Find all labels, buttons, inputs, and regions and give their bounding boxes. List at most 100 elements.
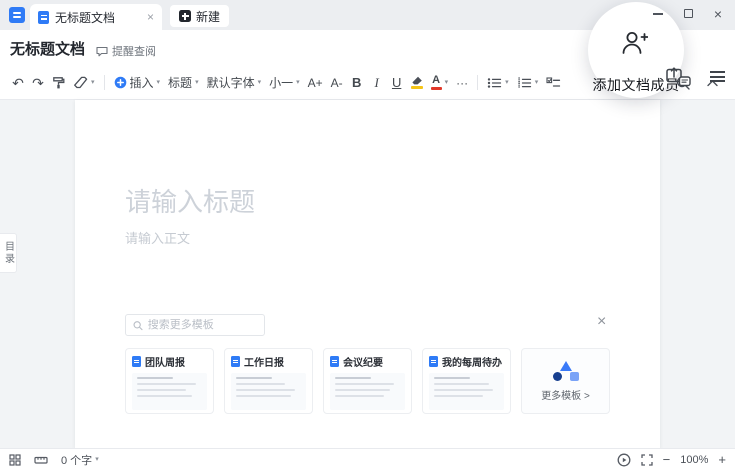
template-card-weekly-todo[interactable]: 我的每周待办	[422, 348, 511, 414]
more-templates-label: 更多模板 >	[541, 391, 590, 402]
zoom-in-button[interactable]: +	[718, 453, 726, 466]
fullscreen-button[interactable]	[641, 453, 653, 466]
italic-button[interactable]: I	[367, 71, 387, 95]
window-controls: ×	[647, 4, 729, 23]
speech-bubble-icon	[96, 46, 108, 56]
ruler-toggle-button[interactable]	[34, 454, 48, 466]
maximize-button[interactable]	[677, 4, 699, 23]
toolbar-separator	[103, 75, 105, 90]
template-panel-close-icon[interactable]: ×	[597, 314, 606, 330]
new-document-button[interactable]: 新建	[170, 5, 230, 27]
minimize-icon	[653, 12, 663, 15]
document-icon	[429, 356, 438, 367]
document-canvas[interactable]: 请输入标题 请输入正文 × 团队周报 工作日报	[75, 100, 660, 448]
font-family-select[interactable]: 默认字体 ▾	[203, 71, 266, 95]
highlight-button[interactable]	[407, 71, 427, 95]
font-size-select[interactable]: 小一 ▾	[265, 71, 304, 95]
plus-circle-icon	[114, 76, 126, 89]
numbered-list-button[interactable]: ▾	[513, 71, 543, 95]
statusbar-right-group: − 100% +	[617, 453, 726, 467]
app-window: 无标题文档 × 新建 × 无标题文档 提醒查阅 添加文档成员 ↶ ↷ ▾ 插入 …	[0, 0, 735, 470]
close-button[interactable]: ×	[707, 4, 729, 23]
hamburger-menu-icon[interactable]	[710, 71, 725, 82]
search-icon	[133, 320, 143, 330]
insert-label: 插入	[129, 76, 154, 90]
present-mode-button[interactable]	[617, 453, 631, 467]
template-preview	[330, 373, 405, 410]
document-icon	[132, 356, 141, 367]
numbered-list-icon	[518, 76, 531, 88]
remind-review-button[interactable]: 提醒查阅	[96, 43, 156, 59]
caret-down-icon: ▾	[195, 79, 199, 86]
font-color-button[interactable]: A ▾	[427, 71, 453, 95]
tab-close-icon[interactable]: ×	[147, 11, 154, 23]
font-increase-button[interactable]: A+	[304, 71, 327, 95]
template-card-title: 团队周报	[145, 358, 185, 369]
redo-button[interactable]: ↷	[28, 71, 48, 95]
bold-button[interactable]: B	[347, 71, 367, 95]
template-card-title: 工作日报	[244, 358, 284, 369]
template-card-meeting-minutes[interactable]: 会议纪要	[323, 348, 412, 414]
format-painter-button[interactable]	[48, 71, 69, 95]
document-icon	[231, 356, 240, 367]
checklist-button[interactable]	[542, 71, 565, 95]
minimize-button[interactable]	[647, 4, 669, 23]
more-formats-button[interactable]: ···	[452, 71, 472, 95]
template-grid-button[interactable]	[9, 453, 21, 466]
template-search-input[interactable]	[147, 319, 257, 331]
document-title[interactable]: 无标题文档	[10, 38, 85, 59]
more-templates-card[interactable]: 更多模板 >	[521, 348, 610, 414]
word-count-button[interactable]: 0 个字 ▾	[61, 452, 99, 468]
app-logo-icon[interactable]	[9, 7, 25, 23]
template-search-box[interactable]	[125, 314, 265, 336]
caret-down-icon: ▾	[296, 79, 300, 86]
bullet-list-button[interactable]: ▾	[483, 71, 513, 95]
new-tab-label: 新建	[196, 9, 221, 24]
caret-down-icon: ▾	[156, 79, 161, 86]
undo-icon: ↶	[12, 74, 24, 91]
caret-down-icon: ▾	[95, 456, 99, 463]
document-icon	[38, 10, 49, 24]
grid-icon	[9, 453, 21, 466]
caret-down-icon: ▾	[91, 79, 95, 86]
status-bar: 0 个字 ▾ − 100% +	[0, 448, 735, 470]
template-card-team-weekly[interactable]: 团队周报	[125, 348, 214, 414]
font-size-label: 小一	[269, 76, 294, 90]
format-painter-icon	[53, 77, 65, 89]
underline-button[interactable]: U	[387, 71, 407, 95]
checklist-icon	[546, 76, 561, 87]
play-circle-icon	[617, 453, 631, 466]
heading-label: 标题	[168, 76, 193, 90]
font-color-icon: A	[430, 75, 442, 90]
document-icon	[330, 356, 339, 367]
template-preview	[231, 373, 306, 410]
template-card-title: 我的每周待办	[442, 358, 502, 369]
share-button[interactable]	[666, 66, 691, 87]
template-card-work-daily[interactable]: 工作日报	[224, 348, 313, 414]
clear-format-button[interactable]: ▾	[69, 71, 99, 95]
fullscreen-icon	[641, 453, 653, 466]
caret-down-icon: ▾	[444, 79, 449, 86]
highlighter-icon	[410, 76, 423, 89]
remind-review-label: 提醒查阅	[112, 46, 156, 58]
add-member-button[interactable]	[620, 30, 648, 55]
toolbar-separator	[477, 75, 479, 90]
heading-select[interactable]: 标题 ▾	[164, 71, 203, 95]
shapes-icon	[552, 361, 579, 381]
zoom-out-button[interactable]: −	[663, 453, 671, 466]
insert-button[interactable]: 插入 ▾	[110, 71, 165, 95]
word-count-label: 0 个字	[61, 454, 93, 467]
font-family-label: 默认字体	[206, 76, 255, 90]
bullet-list-icon	[487, 77, 502, 88]
template-card-row: 团队周报 工作日报 会议纪要 我的每周待办 更多模板 >	[125, 348, 610, 414]
undo-button[interactable]: ↶	[8, 71, 28, 95]
zoom-level: 100%	[680, 453, 709, 466]
tab-label: 无标题文档	[55, 10, 116, 25]
eraser-icon	[74, 76, 88, 89]
template-preview	[429, 373, 504, 410]
tab-untitled-document[interactable]: 无标题文档 ×	[30, 4, 162, 30]
font-decrease-button[interactable]: A-	[327, 71, 347, 95]
share-comment-icon	[666, 67, 691, 87]
caret-down-icon: ▾	[534, 79, 539, 86]
outline-toggle[interactable]: 目录	[0, 233, 17, 273]
